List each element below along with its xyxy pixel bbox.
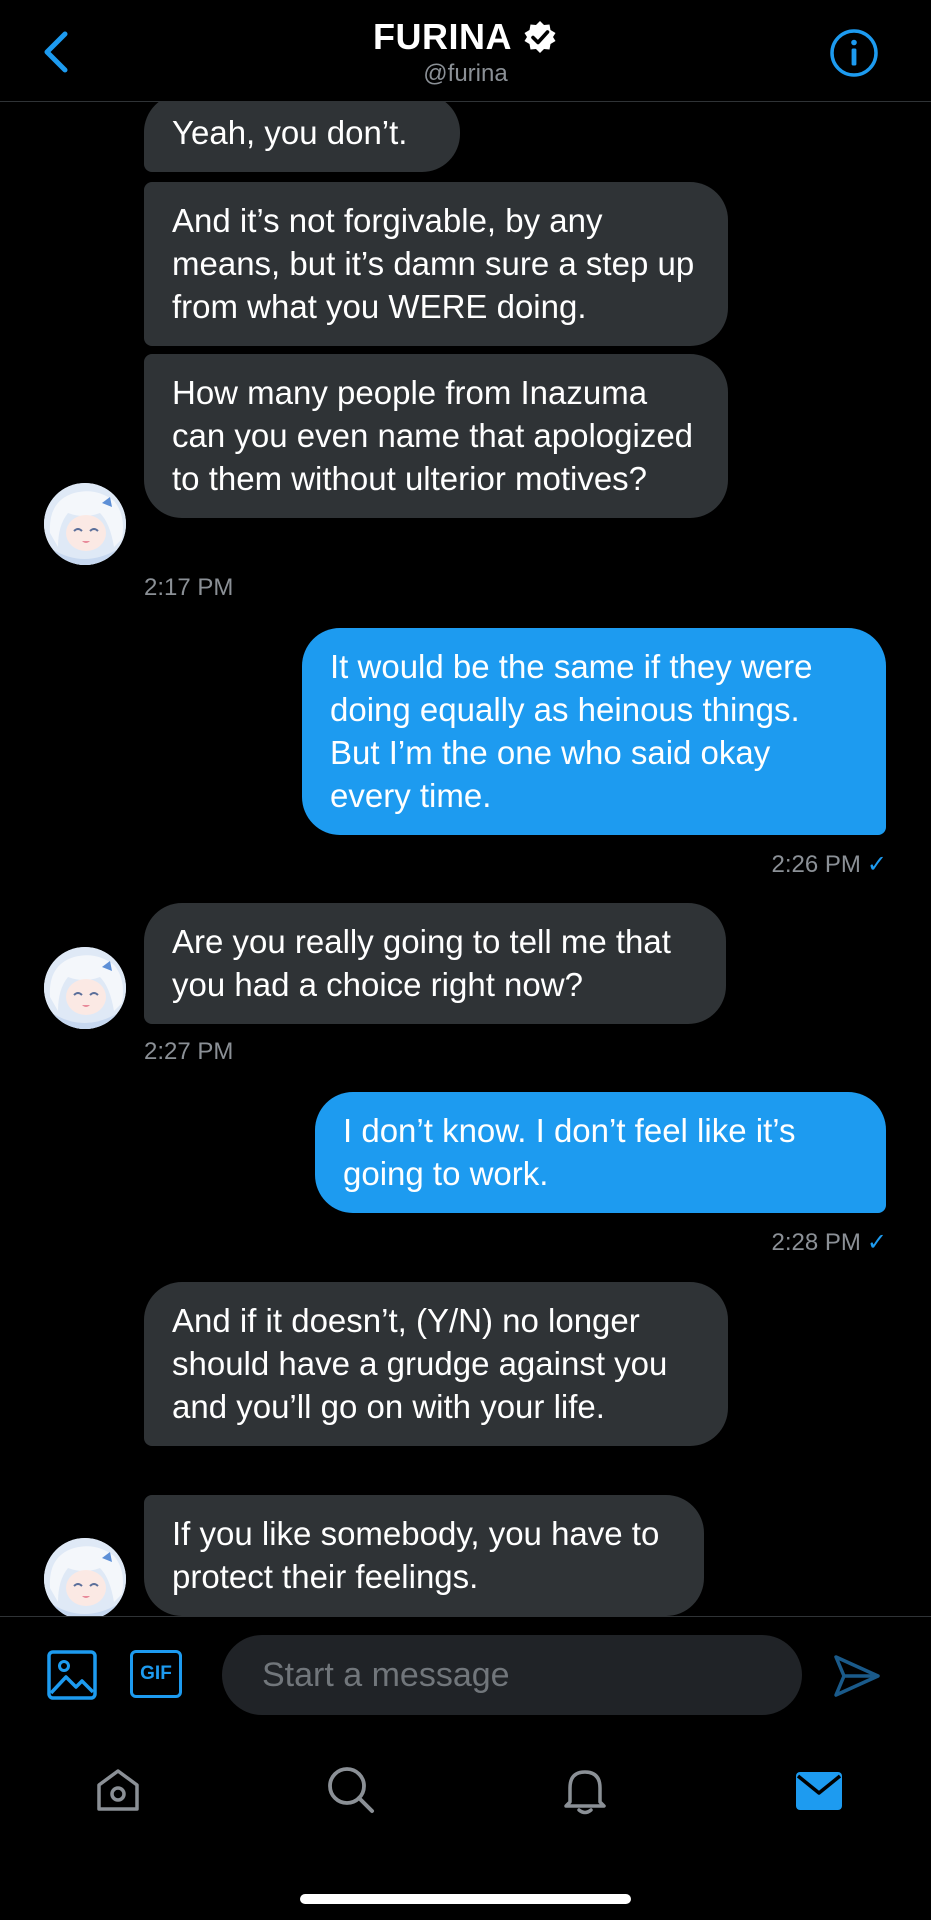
message-timestamp: 2:17 PM [144,574,234,601]
message-bubble-incoming[interactable]: And if it doesn’t, (Y/N) no longer shoul… [144,1282,728,1446]
message-timestamp: 2:27 PM [144,1038,234,1065]
read-check-icon: ✓ [866,1229,887,1256]
avatar-image [44,1538,126,1616]
avatar-image [44,483,126,565]
message-timestamp: 2:28 PM ✓ [772,1228,888,1257]
message-bubble-incoming[interactable]: How many people from Inazuma can you eve… [144,354,728,518]
message-text: If you like somebody, you have to protec… [172,1515,660,1595]
message-bubble-incoming[interactable]: Yeah, you don’t. [144,102,460,172]
bell-icon [564,1770,606,1815]
message-text: And it’s not forgivable, by any means, b… [172,202,695,325]
avatar-image [44,947,126,1029]
nav-messages[interactable] [791,1762,847,1818]
send-button[interactable] [832,1651,882,1701]
message-text: How many people from Inazuma can you eve… [172,374,694,497]
message-text: It would be the same if they were doing … [330,648,813,814]
message-text: And if it doesn’t, (Y/N) no longer shoul… [172,1302,668,1425]
conversation-title[interactable]: FURINA @furina [0,16,931,88]
info-icon [830,29,878,77]
message-timestamp: 2:26 PM ✓ [772,850,888,879]
message-bubble-incoming[interactable]: If you like somebody, you have to protec… [144,1495,704,1616]
gif-button[interactable]: GIF [130,1650,182,1698]
timestamp-text: 2:26 PM [771,851,861,878]
image-icon [47,1650,97,1700]
message-composer: GIF [0,1616,931,1736]
info-button[interactable] [829,28,879,78]
home-icon [97,1769,139,1811]
bottom-nav [0,1736,931,1920]
add-photo-button[interactable] [46,1649,98,1701]
message-bubble-incoming[interactable]: Are you really going to tell me that you… [144,903,726,1024]
mail-icon [796,1772,842,1810]
avatar[interactable] [44,947,126,1029]
gif-label: GIF [140,1663,172,1684]
avatar[interactable] [44,1538,126,1616]
search-icon [328,1767,374,1813]
send-icon [834,1655,880,1697]
message-text: Are you really going to tell me that you… [172,923,671,1003]
contact-handle: @furina [423,60,508,87]
nav-search[interactable] [323,1762,379,1818]
nav-home[interactable] [90,1762,146,1818]
message-input[interactable] [222,1635,802,1715]
message-bubble-outgoing[interactable]: It would be the same if they were doing … [302,628,886,835]
message-text: Yeah, you don’t. [172,114,408,151]
verified-badge-icon [524,21,556,53]
read-check-icon: ✓ [866,851,887,878]
timestamp-text: 2:28 PM [771,1229,861,1256]
message-text: I don’t know. I don’t feel like it’s goi… [343,1112,796,1192]
message-thread[interactable]: Yeah, you don’t. And it’s not forgivable… [0,102,931,1616]
message-bubble-incoming[interactable]: And it’s not forgivable, by any means, b… [144,182,728,346]
message-bubble-outgoing[interactable]: I don’t know. I don’t feel like it’s goi… [315,1092,886,1213]
conversation-header: FURINA @furina [0,0,931,102]
contact-name: FURINA [373,16,512,57]
home-indicator[interactable] [300,1894,631,1904]
avatar[interactable] [44,483,126,565]
nav-notifications[interactable] [557,1762,613,1818]
